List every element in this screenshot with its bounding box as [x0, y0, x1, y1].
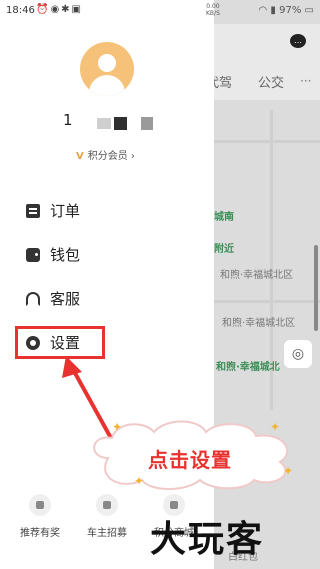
status-bar: 18:46 ⏰◉✱▣ 0.00 KB/S ◠ ▮ 97% ▭	[0, 0, 320, 24]
network-speed: 0.00 KB/S	[206, 3, 220, 17]
avatar-shoulders	[89, 75, 125, 96]
map-road	[214, 140, 320, 143]
member-link[interactable]: V 积分会员 ›	[76, 147, 135, 162]
menu-label: 钱包	[50, 246, 81, 264]
status-time: 18:46	[6, 5, 35, 16]
message-icon[interactable]: …	[290, 34, 306, 48]
scrollbar[interactable]	[314, 245, 318, 331]
status-icons: ⏰◉✱▣	[36, 4, 84, 15]
map-label: 和煦·幸福城北区	[222, 318, 296, 329]
locate-button[interactable]: ◎	[284, 340, 312, 368]
signal-icon: ▮	[270, 5, 276, 16]
sparkle-icon: ✦	[270, 420, 281, 434]
username: 1	[63, 111, 73, 129]
referral-button[interactable]: 推荐有奖	[10, 490, 70, 539]
highlight-box	[15, 326, 105, 359]
avatar[interactable]	[80, 42, 134, 96]
bottom-label: 车主招募	[87, 528, 127, 539]
locate-icon: ◎	[291, 346, 305, 362]
wifi-icon: ◠	[258, 5, 268, 16]
menu-label: 客服	[50, 290, 81, 308]
battery-level: 97%	[279, 5, 302, 16]
order-icon	[26, 204, 40, 218]
map-road	[214, 300, 320, 303]
driver-icon	[96, 494, 118, 516]
masked-text	[141, 117, 153, 130]
tab-bus[interactable]: 公交	[258, 72, 284, 91]
sparkle-icon: ✦	[134, 474, 145, 488]
v-icon: V	[76, 151, 84, 162]
avatar-head	[98, 54, 116, 72]
battery-icon: ▭	[304, 5, 314, 16]
wallet-icon	[26, 248, 40, 262]
status-right: ◠ ▮ 97% ▭	[259, 5, 315, 16]
masked-text	[97, 118, 111, 129]
sparkle-icon: ✦	[112, 420, 123, 434]
map-label: 附近	[214, 244, 234, 255]
map-label: 城南	[214, 212, 234, 223]
map-label: 和煦·幸福城北区	[220, 270, 294, 281]
sparkle-icon: ✦	[283, 464, 294, 478]
more-icon[interactable]: ···	[300, 74, 311, 88]
driver-recruit-button[interactable]: 车主招募	[77, 490, 137, 539]
member-label: 积分会员 ›	[87, 151, 135, 162]
menu-label: 订单	[50, 202, 81, 220]
masked-text	[114, 117, 127, 130]
watermark: 大玩客	[150, 519, 265, 560]
headset-icon	[26, 292, 40, 306]
gift-icon	[29, 494, 51, 516]
bottom-label: 推荐有奖	[20, 528, 60, 539]
callout-text: 点击设置	[148, 448, 232, 472]
map-label: 和煦·幸福城北	[216, 362, 280, 373]
